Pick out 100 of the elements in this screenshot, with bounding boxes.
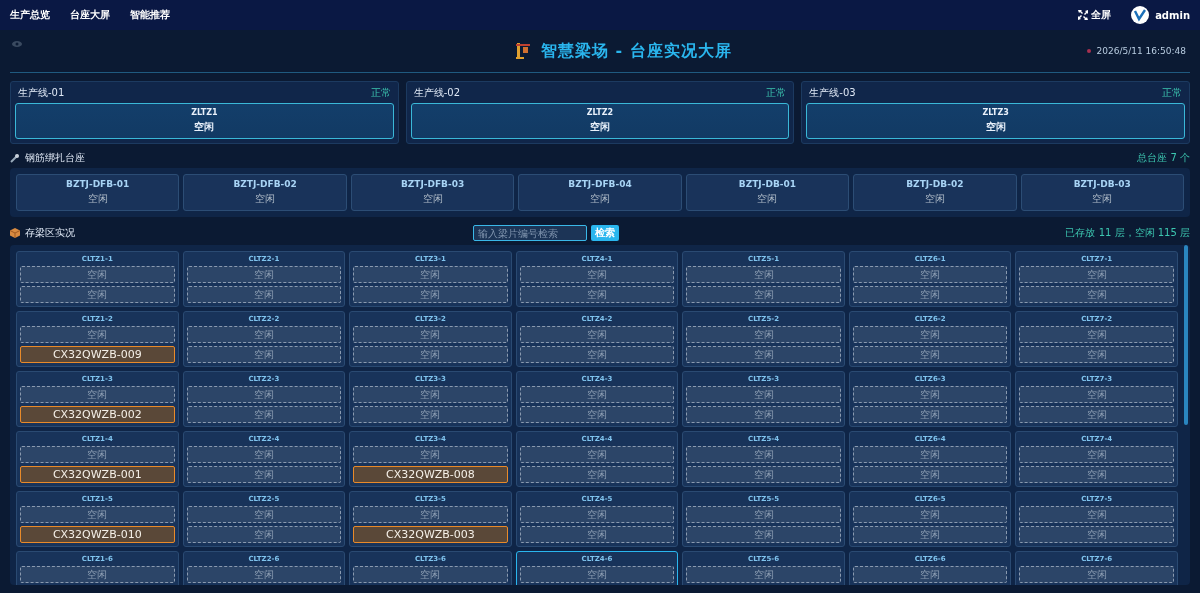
empty-layer[interactable]: 空闲 bbox=[186, 286, 342, 303]
empty-layer[interactable]: 空闲 bbox=[852, 386, 1008, 403]
empty-layer[interactable]: 空闲 bbox=[519, 286, 675, 303]
empty-layer[interactable]: 空闲 bbox=[353, 386, 508, 403]
empty-layer[interactable]: 空闲 bbox=[1019, 386, 1174, 403]
empty-layer[interactable]: 空闲 bbox=[686, 266, 841, 283]
pedestal-tile[interactable]: BZTJ-DFB-03 空闲 bbox=[350, 174, 515, 211]
box-icon bbox=[10, 228, 20, 238]
empty-layer[interactable]: 空闲 bbox=[1019, 506, 1174, 523]
pedestal-tile[interactable]: BZTJ-DB-03 空闲 bbox=[1020, 174, 1184, 211]
empty-layer[interactable]: 空闲 bbox=[1019, 326, 1174, 343]
avatar-icon[interactable] bbox=[1131, 6, 1150, 24]
empty-layer[interactable]: 空闲 bbox=[686, 326, 841, 343]
nav-link[interactable]: 智能推荐 bbox=[130, 8, 170, 22]
empty-layer[interactable]: 空闲 bbox=[1019, 526, 1174, 543]
empty-layer[interactable]: 空闲 bbox=[519, 566, 675, 583]
empty-layer[interactable]: 空闲 bbox=[353, 326, 508, 343]
empty-layer[interactable]: 空闲 bbox=[353, 506, 508, 523]
empty-layer[interactable]: 空闲 bbox=[852, 446, 1008, 463]
fullscreen-button[interactable]: 全屏 bbox=[1078, 8, 1112, 22]
empty-layer[interactable]: 空闲 bbox=[519, 346, 675, 363]
empty-layer[interactable]: 空闲 bbox=[186, 506, 342, 523]
empty-layer[interactable]: 空闲 bbox=[1019, 566, 1174, 583]
empty-layer[interactable]: 空闲 bbox=[353, 346, 508, 363]
empty-layer[interactable]: 空闲 bbox=[353, 406, 508, 423]
search-field[interactable]: 输入梁片编号检索 bbox=[473, 225, 587, 241]
empty-layer[interactable]: 空闲 bbox=[519, 446, 675, 463]
empty-layer[interactable]: 空闲 bbox=[1019, 266, 1174, 283]
empty-layer[interactable]: 空闲 bbox=[519, 466, 675, 483]
empty-layer[interactable]: 空闲 bbox=[852, 346, 1008, 363]
empty-layer[interactable]: 空闲 bbox=[852, 466, 1008, 483]
empty-layer[interactable]: 空闲 bbox=[353, 446, 508, 463]
empty-layer[interactable]: 空闲 bbox=[20, 506, 175, 523]
empty-layer[interactable]: 空闲 bbox=[353, 286, 508, 303]
empty-layer[interactable]: 空闲 bbox=[686, 566, 841, 583]
empty-layer[interactable]: 空闲 bbox=[686, 406, 841, 423]
empty-layer[interactable]: 空闲 bbox=[519, 326, 675, 343]
empty-layer[interactable]: 空闲 bbox=[186, 566, 342, 583]
beam-layer[interactable]: CX32QWZB-010 bbox=[20, 526, 175, 543]
empty-layer[interactable]: 空闲 bbox=[186, 466, 342, 483]
pedestal-tile[interactable]: BZTJ-DFB-02 空闲 bbox=[183, 174, 347, 211]
beam-layer[interactable]: CX32QWZB-001 bbox=[20, 466, 175, 483]
beam-layer[interactable]: CX32QWZB-002 bbox=[20, 406, 175, 423]
scrollbar[interactable] bbox=[1184, 245, 1188, 425]
empty-layer[interactable]: 空闲 bbox=[852, 326, 1008, 343]
empty-layer[interactable]: 空闲 bbox=[519, 386, 675, 403]
empty-layer[interactable]: 空闲 bbox=[852, 266, 1008, 283]
empty-layer[interactable]: 空闲 bbox=[186, 346, 342, 363]
empty-layer[interactable]: 空闲 bbox=[519, 506, 675, 523]
empty-layer[interactable]: 空闲 bbox=[186, 406, 342, 423]
empty-layer[interactable]: 空闲 bbox=[20, 286, 175, 303]
nav-link[interactable]: 生产总览 bbox=[10, 8, 50, 22]
empty-layer[interactable]: 空闲 bbox=[852, 566, 1008, 583]
empty-layer[interactable]: 空闲 bbox=[20, 566, 175, 583]
line-name: 生产线-02 bbox=[413, 86, 460, 100]
empty-layer[interactable]: 空闲 bbox=[852, 526, 1008, 543]
empty-layer[interactable]: 空闲 bbox=[852, 506, 1008, 523]
pedestal-tile[interactable]: ZLTZ2 空闲 bbox=[410, 103, 790, 139]
empty-layer[interactable]: 空闲 bbox=[686, 446, 841, 463]
empty-layer[interactable]: 空闲 bbox=[686, 286, 841, 303]
empty-layer[interactable]: 空闲 bbox=[1019, 446, 1174, 463]
empty-layer[interactable]: 空闲 bbox=[186, 326, 342, 343]
empty-layer[interactable]: 空闲 bbox=[1019, 406, 1174, 423]
empty-layer[interactable]: 空闲 bbox=[686, 346, 841, 363]
pedestal-tile[interactable]: BZTJ-DB-01 空闲 bbox=[685, 174, 850, 211]
user-name[interactable]: admin bbox=[1155, 9, 1190, 21]
search-button[interactable]: 检索 bbox=[591, 225, 619, 241]
empty-layer[interactable]: 空闲 bbox=[519, 406, 675, 423]
empty-layer[interactable]: 空闲 bbox=[519, 526, 675, 543]
empty-layer[interactable]: 空闲 bbox=[686, 526, 841, 543]
beam-layer[interactable]: CX32QWZB-003 bbox=[353, 526, 508, 543]
empty-layer[interactable]: 空闲 bbox=[1019, 346, 1174, 363]
pedestal-tile[interactable]: BZTJ-DB-02 空闲 bbox=[853, 174, 1017, 211]
pedestal-tile[interactable]: ZLTZ3 空闲 bbox=[806, 103, 1185, 139]
empty-layer[interactable]: 空闲 bbox=[1019, 286, 1174, 303]
empty-layer[interactable]: 空闲 bbox=[353, 266, 508, 283]
empty-layer[interactable]: 空闲 bbox=[20, 266, 175, 283]
empty-layer[interactable]: 空闲 bbox=[519, 266, 675, 283]
empty-layer[interactable]: 空闲 bbox=[353, 566, 508, 583]
pedestal-tile[interactable]: BZTJ-DFB-01 空闲 bbox=[16, 174, 180, 211]
empty-layer[interactable]: 空闲 bbox=[186, 386, 342, 403]
eye-icon[interactable] bbox=[12, 40, 22, 48]
nav-link[interactable]: 台座大屏 bbox=[70, 8, 110, 22]
empty-layer[interactable]: 空闲 bbox=[20, 326, 175, 343]
beam-layer[interactable]: CX32QWZB-009 bbox=[20, 346, 175, 363]
empty-layer[interactable]: 空闲 bbox=[1019, 466, 1174, 483]
empty-layer[interactable]: 空闲 bbox=[686, 466, 841, 483]
empty-layer[interactable]: 空闲 bbox=[186, 446, 342, 463]
pedestal-code: ZLTZ2 bbox=[586, 108, 614, 117]
empty-layer[interactable]: 空闲 bbox=[686, 506, 841, 523]
pedestal-tile[interactable]: ZLTZ1 空闲 bbox=[15, 103, 394, 139]
empty-layer[interactable]: 空闲 bbox=[20, 386, 175, 403]
pedestal-tile[interactable]: BZTJ-DFB-04 空闲 bbox=[518, 174, 682, 211]
beam-layer[interactable]: CX32QWZB-008 bbox=[353, 466, 508, 483]
empty-layer[interactable]: 空闲 bbox=[852, 406, 1008, 423]
empty-layer[interactable]: 空闲 bbox=[20, 446, 175, 463]
empty-layer[interactable]: 空闲 bbox=[686, 386, 841, 403]
empty-layer[interactable]: 空闲 bbox=[186, 526, 342, 543]
empty-layer[interactable]: 空闲 bbox=[186, 266, 342, 283]
empty-layer[interactable]: 空闲 bbox=[852, 286, 1008, 303]
